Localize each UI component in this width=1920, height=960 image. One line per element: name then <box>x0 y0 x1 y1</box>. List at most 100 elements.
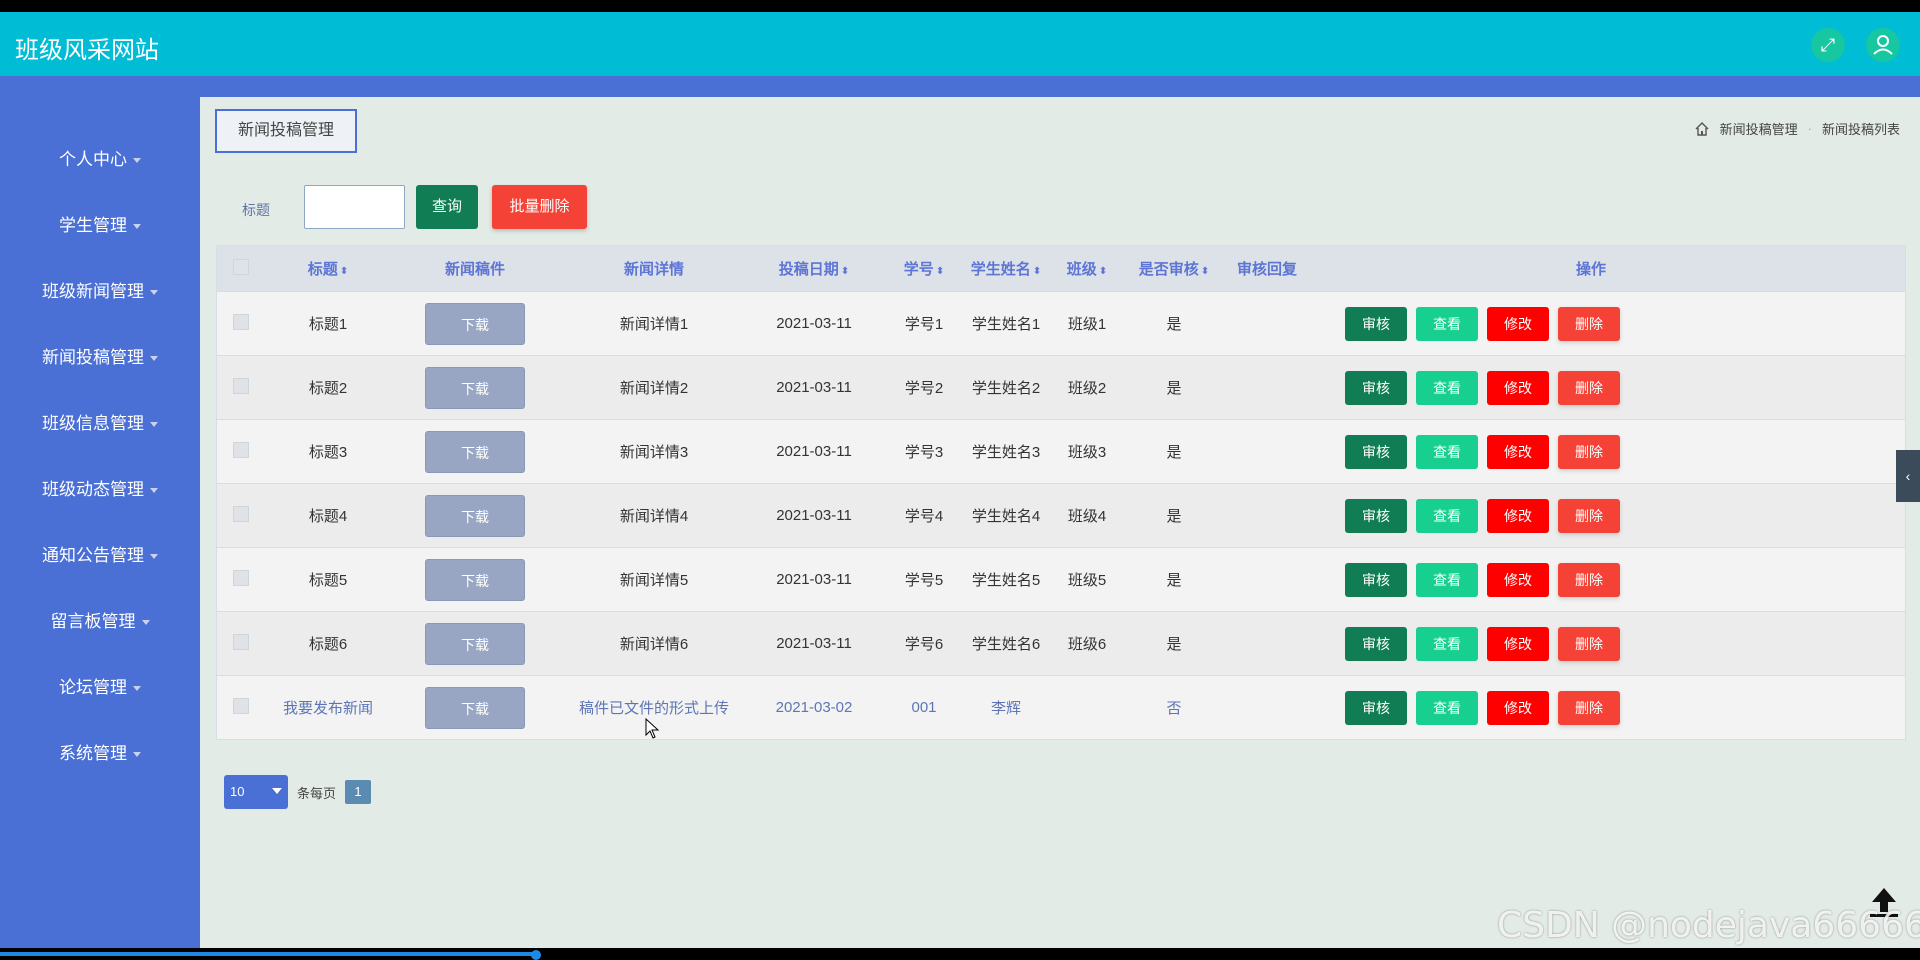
site-title: 班级风采网站 <box>15 37 159 64</box>
header-date[interactable]: 投稿日期 ⬍ <box>749 258 879 279</box>
row-select-cell <box>217 633 265 654</box>
edit-button[interactable]: 修改 <box>1487 370 1549 405</box>
view-button[interactable]: 查看 <box>1416 562 1478 597</box>
cell-date: 2021-03-11 <box>776 379 852 396</box>
view-button[interactable]: 查看 <box>1416 306 1478 341</box>
scrollbar-handle[interactable] <box>531 950 541 960</box>
download-button[interactable]: 下载 <box>425 558 525 601</box>
download-button[interactable]: 下载 <box>425 494 525 537</box>
sidebar-item-class-news-mgmt[interactable]: 班级新闻管理 <box>0 259 200 325</box>
download-button[interactable]: 下载 <box>425 302 525 345</box>
header-audit[interactable]: 是否审核 ⬍ <box>1131 258 1217 279</box>
view-button[interactable]: 查看 <box>1416 370 1478 405</box>
audit-button[interactable]: 审核 <box>1345 306 1407 341</box>
delete-button[interactable]: 删除 <box>1558 562 1620 597</box>
row-actions: 审核 查看 修改 删除 <box>1345 690 1905 725</box>
caret-down-icon <box>150 422 158 428</box>
search-title-input[interactable] <box>304 185 405 229</box>
cell-sno: 学号1 <box>904 316 944 333</box>
mouse-cursor-icon <box>645 717 661 740</box>
sidebar-item-message-board-mgmt[interactable]: 留言板管理 <box>0 589 200 655</box>
user-icon[interactable] <box>1866 28 1900 62</box>
delete-button[interactable]: 删除 <box>1558 498 1620 533</box>
row-checkbox[interactable] <box>233 633 249 650</box>
delete-button[interactable]: 删除 <box>1558 434 1620 469</box>
edit-button[interactable]: 修改 <box>1487 306 1549 341</box>
view-button[interactable]: 查看 <box>1416 434 1478 469</box>
caret-down-icon <box>141 620 150 626</box>
download-button[interactable]: 下载 <box>425 430 525 473</box>
header-sname[interactable]: 学生姓名 ⬍ <box>969 258 1043 279</box>
download-button[interactable]: 下载 <box>425 622 525 665</box>
home-icon[interactable] <box>1694 121 1710 137</box>
query-button[interactable]: 查询 <box>416 185 478 229</box>
audit-button[interactable]: 审核 <box>1345 434 1407 469</box>
row-checkbox[interactable] <box>233 569 249 586</box>
cell-date: 2021-03-11 <box>776 315 852 332</box>
audit-button[interactable]: 审核 <box>1345 626 1407 661</box>
sidebar-item-notice-mgmt[interactable]: 通知公告管理 <box>0 523 200 589</box>
row-checkbox[interactable] <box>233 313 249 330</box>
edit-button[interactable]: 修改 <box>1487 626 1549 661</box>
top-bar: 班级风采网站 ⤢ <box>0 12 1920 76</box>
caret-down-icon <box>150 290 158 296</box>
row-checkbox[interactable] <box>233 377 249 394</box>
cell-file: 下载 <box>391 494 559 537</box>
audit-button[interactable]: 审核 <box>1345 498 1407 533</box>
sidebar-item-personal-center[interactable]: 个人中心 <box>0 127 200 193</box>
caret-down-icon <box>133 752 141 758</box>
sidebar-item-student-mgmt[interactable]: 学生管理 <box>0 193 200 259</box>
row-checkbox[interactable] <box>233 505 249 522</box>
sidebar-item-news-submission-mgmt[interactable]: 新闻投稿管理 <box>0 325 200 391</box>
delete-button[interactable]: 删除 <box>1558 370 1620 405</box>
header-sno-label: 学号 <box>903 261 934 278</box>
delete-button[interactable]: 删除 <box>1558 626 1620 661</box>
sidebar-item-label: 通知公告管理 <box>42 546 144 565</box>
view-button[interactable]: 查看 <box>1416 498 1478 533</box>
sort-icon: ⬍ <box>935 266 945 277</box>
delete-button[interactable]: 删除 <box>1558 306 1620 341</box>
collapse-panel-tab[interactable]: ‹ <box>1896 450 1920 502</box>
fullscreen-icon[interactable]: ⤢ <box>1811 28 1845 62</box>
row-checkbox[interactable] <box>233 441 249 458</box>
sidebar-item-label: 班级新闻管理 <box>42 282 144 301</box>
cell-audit: 是 <box>1166 636 1182 653</box>
header-title-label: 标题 <box>307 261 338 278</box>
cell-class: 班级3 <box>1067 444 1107 461</box>
cell-file: 下载 <box>391 622 559 665</box>
view-button[interactable]: 查看 <box>1416 690 1478 725</box>
sidebar-item-class-info-mgmt[interactable]: 班级信息管理 <box>0 391 200 457</box>
cell-title: 我要发布新闻 <box>282 700 373 717</box>
page-number-current[interactable]: 1 <box>345 780 372 804</box>
edit-button[interactable]: 修改 <box>1487 434 1549 469</box>
sidebar-item-forum-mgmt[interactable]: 论坛管理 <box>0 655 200 721</box>
header-reply: 审核回复 <box>1236 261 1297 278</box>
row-select-cell <box>217 505 265 526</box>
batch-delete-button[interactable]: 批量删除 <box>492 185 587 229</box>
sidebar-item-class-activity-mgmt[interactable]: 班级动态管理 <box>0 457 200 523</box>
edit-button[interactable]: 修改 <box>1487 498 1549 533</box>
audit-button[interactable]: 审核 <box>1345 690 1407 725</box>
pagination: 10 条每页 1 <box>224 775 372 809</box>
header-sname-label: 学生姓名 <box>970 261 1031 278</box>
sidebar-item-system-mgmt[interactable]: 系统管理 <box>0 721 200 787</box>
download-button[interactable]: 下载 <box>425 366 525 409</box>
breadcrumb: 新闻投稿管理 · 新闻投稿列表 <box>1694 119 1900 138</box>
edit-button[interactable]: 修改 <box>1487 562 1549 597</box>
edit-button[interactable]: 修改 <box>1487 690 1549 725</box>
audit-button[interactable]: 审核 <box>1345 370 1407 405</box>
header-title[interactable]: 标题 ⬍ <box>265 258 391 279</box>
page-size-select[interactable]: 10 <box>224 775 288 809</box>
row-checkbox[interactable] <box>233 697 249 714</box>
breadcrumb-item[interactable]: 新闻投稿管理 <box>1720 119 1798 138</box>
scrollbar-thumb[interactable] <box>0 952 540 956</box>
delete-button[interactable]: 删除 <box>1558 690 1620 725</box>
cell-sname: 李辉 <box>990 700 1021 717</box>
header-sno[interactable]: 学号 ⬍ <box>879 258 969 279</box>
audit-button[interactable]: 审核 <box>1345 562 1407 597</box>
view-button[interactable]: 查看 <box>1416 626 1478 661</box>
cell-sno: 001 <box>911 699 937 716</box>
download-button[interactable]: 下载 <box>425 686 525 729</box>
header-class[interactable]: 班级 ⬍ <box>1043 258 1131 279</box>
select-all-checkbox[interactable] <box>233 258 249 275</box>
